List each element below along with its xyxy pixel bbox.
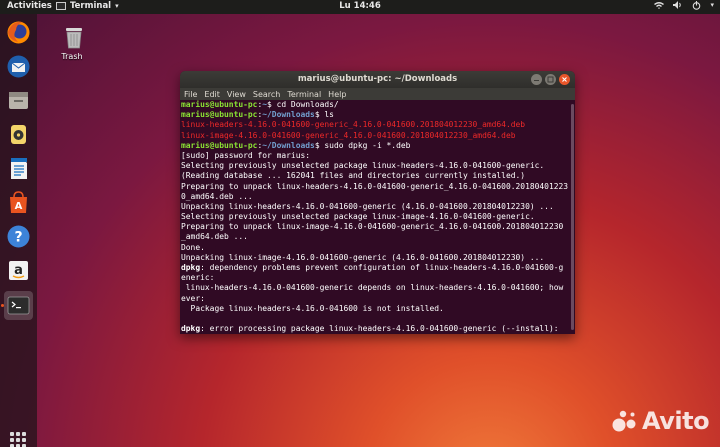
software-icon[interactable]: A xyxy=(4,188,33,217)
app-menu[interactable]: Terminal ▾ xyxy=(56,1,119,11)
terminal-line: marius@ubuntu-pc:~/Downloads$ sudo dpkg … xyxy=(181,141,569,151)
output-text: eneric: xyxy=(181,273,215,283)
maximize-button[interactable] xyxy=(545,74,556,85)
rhythmbox-icon[interactable] xyxy=(4,120,33,149)
terminal-line: eneric: xyxy=(181,273,569,283)
menu-help[interactable]: Help xyxy=(328,90,346,99)
terminal-line: ever: xyxy=(181,294,569,304)
menu-terminal[interactable]: Terminal xyxy=(287,90,321,99)
trash-icon[interactable] xyxy=(58,24,90,54)
terminal-line: Preparing to unpack linux-headers-4.16.0… xyxy=(181,182,569,192)
output-text: Preparing to unpack linux-image-4.16.0-0… xyxy=(181,222,564,232)
command-text: $ cd Downloads/ xyxy=(267,100,339,109)
prompt-path: ~/Downloads xyxy=(262,140,315,150)
terminal-line: Unpacking linux-image-4.16.0-041600-gene… xyxy=(181,253,569,263)
files-icon[interactable] xyxy=(4,86,33,115)
output-text: [sudo] password for marius: xyxy=(181,150,311,160)
output-text: : dependency problems prevent configurat… xyxy=(200,263,564,272)
menu-edit[interactable]: Edit xyxy=(204,90,220,99)
writer-icon[interactable] xyxy=(4,154,33,183)
top-bar: Activities Terminal ▾ Lu 14:46 ▾ xyxy=(0,0,720,14)
output-text: ever: xyxy=(181,293,205,303)
menu-search[interactable]: Search xyxy=(253,90,280,99)
amazon-icon[interactable]: a xyxy=(4,256,33,285)
error-source: dpkg xyxy=(181,263,201,272)
prompt-user: marius@ubuntu-pc xyxy=(181,100,258,109)
output-text: (Reading database ... 162041 files and d… xyxy=(181,171,526,181)
dock: A ? a xyxy=(0,14,37,447)
terminal-line: _amd64.deb ... xyxy=(181,232,569,242)
terminal-line: dpkg: error processing package linux-hea… xyxy=(181,324,569,334)
scrollbar[interactable] xyxy=(569,100,575,334)
deb-file-name: linux-image-4.16.0-041600-generic_4.16.0… xyxy=(181,130,516,140)
terminal-app-icon xyxy=(56,2,66,10)
output-text: 0_amd64.deb ... xyxy=(181,191,253,201)
prompt-path: ~/Downloads xyxy=(262,110,315,120)
output-text: Unpacking linux-headers-4.16.0-041600-ge… xyxy=(181,201,554,211)
command-text: $ ls xyxy=(314,110,334,120)
terminal-line: Selecting previously unselected package … xyxy=(181,161,569,171)
terminal-line: dpkg: dependency problems prevent config… xyxy=(181,263,569,273)
help-icon[interactable]: ? xyxy=(4,222,33,251)
window-titlebar[interactable]: marius@ubuntu-pc: ~/Downloads xyxy=(180,71,575,88)
terminal-line: Package linux-headers-4.16.0-041600 is n… xyxy=(181,304,569,314)
svg-text:a: a xyxy=(14,263,23,278)
menu-view[interactable]: View xyxy=(227,90,246,99)
terminal-line: marius@ubuntu-pc:~$ cd Downloads/ xyxy=(181,100,569,110)
avito-logo-icon xyxy=(612,410,636,432)
terminal-line: linux-headers-4.16.0-041600-generic depe… xyxy=(181,283,569,293)
firefox-icon[interactable] xyxy=(4,18,33,47)
output-text: Done. xyxy=(181,242,205,252)
output-text: Selecting previously unselected package … xyxy=(181,212,535,222)
svg-text:A: A xyxy=(15,201,23,212)
window-title: marius@ubuntu-pc: ~/Downloads xyxy=(297,74,458,84)
output-text: linux-headers-4.16.0-041600-generic depe… xyxy=(181,283,564,293)
terminal-line: Selecting previously unselected package … xyxy=(181,212,569,222)
avito-watermark: Avito xyxy=(612,407,710,435)
activities-button[interactable]: Activities xyxy=(7,1,52,11)
output-text: : error processing package linux-headers… xyxy=(200,324,559,334)
menu-bar: File Edit View Search Terminal Help xyxy=(180,88,575,100)
prompt-user: marius@ubuntu-pc xyxy=(181,110,258,120)
deb-file-name: linux-headers-4.16.0-041600-generic_4.16… xyxy=(181,120,526,130)
avito-text: Avito xyxy=(642,407,710,435)
scrollbar-thumb[interactable] xyxy=(571,104,574,330)
power-icon xyxy=(692,1,701,12)
terminal-line: linux-image-4.16.0-041600-generic_4.16.0… xyxy=(181,131,569,141)
terminal-line: Unpacking linux-headers-4.16.0-041600-ge… xyxy=(181,202,569,212)
prompt-user: marius@ubuntu-pc xyxy=(181,140,258,150)
terminal-line: Done. xyxy=(181,243,569,253)
close-button[interactable] xyxy=(559,74,570,85)
menu-file[interactable]: File xyxy=(184,90,197,99)
command-text: $ sudo dpkg -i *.deb xyxy=(314,140,411,150)
system-tray[interactable]: ▾ xyxy=(654,1,714,12)
chevron-down-icon: ▾ xyxy=(115,2,119,10)
chevron-down-icon: ▾ xyxy=(710,1,714,9)
error-source: dpkg xyxy=(181,324,201,334)
terminal-icon[interactable] xyxy=(4,291,33,320)
thunderbird-icon[interactable] xyxy=(4,52,33,81)
minimize-button[interactable] xyxy=(531,74,542,85)
output-text: Selecting previously unselected package … xyxy=(181,161,545,171)
terminal-line: marius@ubuntu-pc:~/Downloads$ ls xyxy=(181,110,569,120)
terminal-line: 0_amd64.deb ... xyxy=(181,192,569,202)
trash-label: Trash xyxy=(61,52,83,61)
output-text: Unpacking linux-image-4.16.0-041600-gene… xyxy=(181,252,545,262)
output-text: Preparing to unpack linux-headers-4.16.0… xyxy=(181,181,569,191)
svg-text:?: ? xyxy=(14,230,22,246)
volume-icon xyxy=(673,1,683,12)
terminal-line: linux-headers-4.16.0-041600-generic_4.16… xyxy=(181,120,569,130)
terminal-line: Preparing to unpack linux-image-4.16.0-0… xyxy=(181,222,569,232)
terminal-window[interactable]: marius@ubuntu-pc: ~/Downloads File Edit … xyxy=(180,71,575,334)
output-text: Package linux-headers-4.16.0-041600 is n… xyxy=(181,303,444,313)
terminal-line: (Reading database ... 162041 files and d… xyxy=(181,171,569,181)
app-menu-label: Terminal xyxy=(70,1,112,11)
terminal-output[interactable]: marius@ubuntu-pc:~$ cd Downloads/marius@… xyxy=(181,100,569,334)
network-icon xyxy=(654,1,665,12)
show-applications-icon[interactable] xyxy=(10,432,26,447)
terminal-line: [sudo] password for marius: xyxy=(181,151,569,161)
output-text: _amd64.deb ... xyxy=(181,232,248,242)
